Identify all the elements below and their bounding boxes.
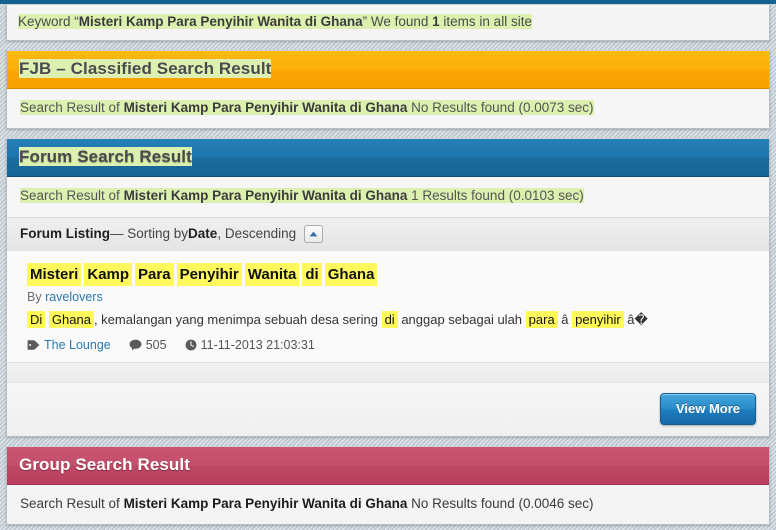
forum-result-suffix: 1 Results found (0.0103 sec) — [407, 188, 584, 204]
view-more-button[interactable]: View More — [659, 392, 756, 425]
forum-result-title[interactable]: Misteri Kamp Para Penyihir Wanita di Ghana — [27, 262, 756, 287]
views-count: 505 — [145, 337, 167, 352]
group-section-title: Group Search Result — [19, 454, 190, 474]
snippet-text: , kemalangan yang menimpa sebuah desa se… — [93, 312, 382, 328]
forum-listing-sort-field: Date — [188, 226, 218, 242]
snippet-text: â� — [623, 312, 648, 328]
meta-views: 505 — [129, 338, 167, 352]
keyword-summary-panel: Keyword “Misteri Kamp Para Penyihir Wani… — [6, 4, 770, 42]
title-keyword: Kamp — [84, 262, 133, 287]
group-result-suffix: No Results found (0.0046 sec) — [407, 495, 594, 511]
forum-section-title: Forum Search Result — [19, 147, 192, 167]
title-keyword: Para — [135, 262, 174, 287]
keyword-suffix: items in all site — [439, 14, 532, 29]
fjb-result-query: Misteri Kamp Para Penyihir Wanita di Gha… — [123, 100, 408, 116]
group-result-query: Misteri Kamp Para Penyihir Wanita di Gha… — [123, 495, 408, 511]
keyword-count: 1 — [432, 14, 440, 29]
clock-icon — [185, 339, 197, 351]
title-keyword: Misteri — [27, 262, 82, 287]
group-section-panel: Group Search Result Search Result of Mis… — [6, 445, 770, 525]
fjb-section-panel: FJB – Classified Search Result Search Re… — [6, 50, 770, 130]
author-link[interactable]: ravelovers — [45, 290, 103, 304]
forum-name-link[interactable]: The Lounge — [44, 338, 111, 352]
fjb-result-suffix: No Results found (0.0073 sec) — [407, 100, 594, 116]
forum-section-header: Forum Search Result — [7, 139, 769, 178]
forum-result-summary: Search Result of Misteri Kamp Para Penyi… — [7, 177, 769, 217]
keyword-middle: ” We found — [362, 14, 433, 29]
by-label: By — [27, 290, 46, 305]
forum-listing-sort-order: , Descending — [217, 226, 297, 242]
title-keyword: di — [302, 262, 322, 287]
forum-result-byline: By ravelovers — [27, 290, 756, 304]
forum-result-item: Misteri Kamp Para Penyihir Wanita di Ghana By … — [7, 250, 769, 362]
fjb-section-header: FJB – Classified Search Result — [7, 51, 769, 90]
forum-listing-dash: — Sorting by — [110, 226, 189, 242]
snippet-keyword: Ghana — [48, 311, 94, 329]
keyword-summary-text: Keyword “Misteri Kamp Para Penyihir Wani… — [7, 5, 769, 41]
keyword-prefix: Keyword “ — [18, 14, 79, 29]
forum-result-meta: The Lounge 505 11-11-2013 21:03:31 — [27, 338, 756, 352]
snippet-keyword: di — [381, 311, 398, 329]
comment-icon — [129, 339, 142, 351]
forum-result-query: Misteri Kamp Para Penyihir Wanita di Gha… — [123, 188, 408, 204]
group-result-prefix: Search Result of — [20, 495, 124, 511]
fjb-result-prefix: Search Result of — [20, 100, 124, 116]
snippet-text: anggap sebagai ulah — [397, 312, 526, 328]
group-result-summary: Search Result of Misteri Kamp Para Penyi… — [7, 484, 769, 524]
forum-section-panel: Forum Search Result Search Result of Mis… — [6, 138, 770, 437]
chevron-up-icon[interactable] — [304, 224, 324, 243]
meta-forum: The Lounge — [27, 338, 111, 352]
forum-section-footer: View More — [7, 382, 769, 436]
snippet-keyword: para — [525, 311, 558, 329]
fjb-section-title: FJB – Classified Search Result — [19, 59, 272, 79]
empty-row — [7, 362, 769, 382]
forum-listing-label: Forum Listing — [20, 226, 110, 242]
keyword-query: Misteri Kamp Para Penyihir Wanita di Gha… — [78, 14, 363, 29]
forum-listing-bar: Forum Listing — Sorting by Date, Descend… — [7, 216, 769, 251]
snippet-keyword: penyihir — [572, 311, 624, 329]
forum-result-prefix: Search Result of — [20, 188, 124, 204]
title-keyword: Wanita — [244, 262, 300, 287]
tag-icon — [27, 339, 40, 351]
fjb-result-summary: Search Result of Misteri Kamp Para Penyi… — [7, 89, 769, 129]
title-keyword: Penyihir — [176, 262, 242, 287]
group-section-header: Group Search Result — [7, 446, 769, 485]
forum-result-snippet: Di Ghana, kemalangan yang menimpa sebuah… — [27, 311, 756, 329]
snippet-keyword: Di — [27, 311, 46, 329]
search-results-page: Keyword “Misteri Kamp Para Penyihir Wani… — [6, 4, 770, 530]
title-keyword: Ghana — [324, 262, 378, 287]
snippet-text: â — [557, 312, 573, 328]
timestamp-value: 11-11-2013 21:03:31 — [200, 337, 315, 352]
meta-timestamp: 11-11-2013 21:03:31 — [185, 338, 315, 352]
